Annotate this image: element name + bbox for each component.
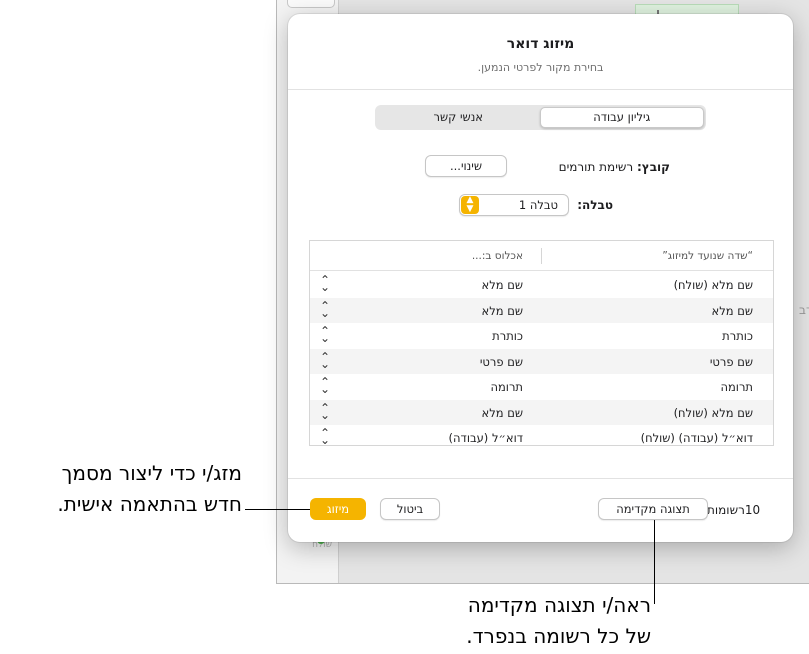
table-row: שם מלא (שולח) שם מלא ⌃ ⌄ xyxy=(320,273,753,294)
up-down-chevron-icon[interactable]: ⌃ ⌄ xyxy=(320,300,330,319)
divider xyxy=(288,478,793,479)
file-row: קובץ: רשימת תורמים xyxy=(559,160,670,174)
records-count: 10רשומות xyxy=(707,503,761,517)
divider xyxy=(288,89,793,90)
preview-button[interactable]: תצוגה מקדימה xyxy=(598,498,708,520)
cancel-button[interactable]: ביטול xyxy=(380,498,440,520)
table-row: שם מלא שם מלא ⌃ ⌄ xyxy=(310,297,773,323)
table-select[interactable]: טבלה 1 ▲ ▼ xyxy=(459,194,569,216)
popup-arrows-icon: ▲ ▼ xyxy=(461,196,479,214)
up-down-chevron-icon[interactable]: ⌃ ⌄ xyxy=(320,427,330,445)
tab-worksheet[interactable]: גיליון עבודה xyxy=(539,107,704,128)
column-divider xyxy=(541,248,542,264)
table-header: “שדה שנועד למיזוג” אכלוס ב:... xyxy=(310,241,773,271)
up-down-chevron-icon[interactable]: ⌃ ⌄ xyxy=(320,274,330,293)
up-down-chevron-icon[interactable]: ⌃ ⌄ xyxy=(320,351,330,370)
file-label: קובץ: xyxy=(636,160,670,174)
up-down-chevron-icon[interactable]: ⌃ ⌄ xyxy=(320,402,330,421)
up-down-chevron-icon[interactable]: ⌃ ⌄ xyxy=(320,376,330,395)
up-down-chevron-icon[interactable]: ⌃ ⌄ xyxy=(320,325,330,344)
merge-button[interactable]: מיזוג xyxy=(310,498,366,520)
column-header-merge-field: “שדה שנועד למיזוג” xyxy=(662,250,753,262)
table-row: כותרת כותרת ⌃ ⌄ xyxy=(320,324,753,345)
background-toolbar-button xyxy=(287,0,335,8)
merge-callout-line xyxy=(245,509,310,510)
source-segmented-control: אנשי קשר גיליון עבודה xyxy=(375,105,706,130)
dialog-subtitle: בחירת מקור לפרטי הנמען. xyxy=(477,61,604,74)
table-row: תרומה תרומה ⌃ ⌄ xyxy=(320,375,753,396)
change-file-button[interactable]: שינוי... xyxy=(425,155,507,177)
column-header-populate-with: אכלוס ב:... xyxy=(471,250,523,262)
background-text-fragment: רב xyxy=(799,303,809,317)
preview-callout-line xyxy=(654,520,655,604)
table-label: טבלה: xyxy=(577,198,613,212)
preview-callout: ראה/י תצוגה מקדימה של כל רשומה בנפרד. xyxy=(466,593,651,648)
table-row: דוא״ל (עבודה) (שולח) דוא״ל (עבודה) ⌃ ⌄ xyxy=(320,426,753,446)
mail-merge-dialog: מיזוג דואר בחירת מקור לפרטי הנמען. אנשי … xyxy=(288,14,793,542)
file-value: רשימת תורמים xyxy=(558,160,634,174)
merge-callout: מזג/י כדי ליצור מסמך חדש בהתאמה אישית. xyxy=(57,461,242,516)
table-row: שם מלא (שולח) שם מלא ⌃ ⌄ xyxy=(310,399,773,425)
dialog-title: מיזוג דואר xyxy=(506,36,575,52)
field-mapping-table: “שדה שנועד למיזוג” אכלוס ב:... שם מלא (ש… xyxy=(309,240,774,446)
tab-contacts[interactable]: אנשי קשר xyxy=(377,107,540,128)
table-row: שם פרטי שם פרטי ⌃ ⌄ xyxy=(310,348,773,374)
table-select-value: טבלה 1 xyxy=(518,198,558,212)
